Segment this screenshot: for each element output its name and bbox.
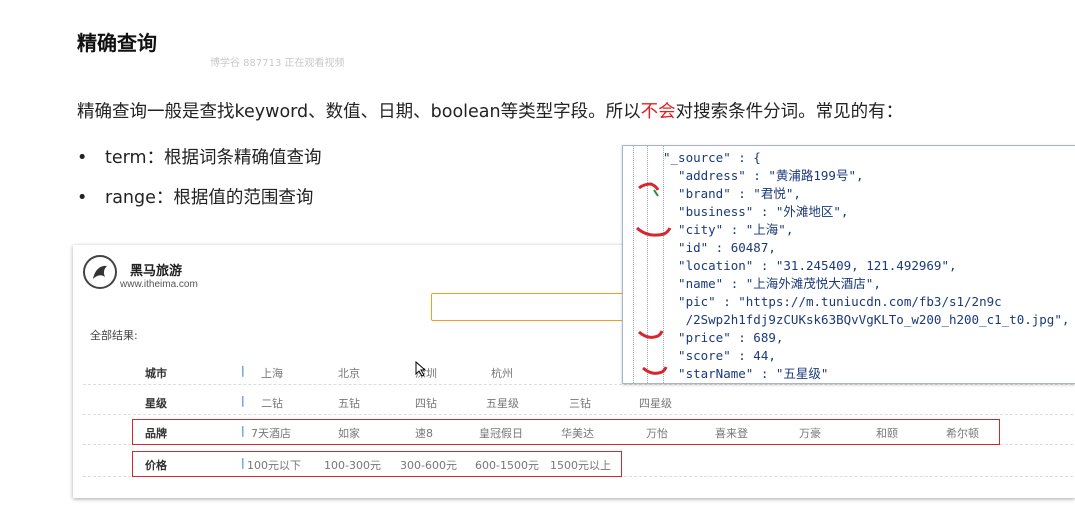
filter-option[interactable]: 五钻 (338, 395, 360, 411)
page-title: 精确查询 (77, 31, 157, 55)
search-input[interactable] (431, 293, 633, 321)
filter-option[interactable]: 北京 (338, 365, 360, 381)
mouse-cursor-icon (415, 361, 427, 377)
json-line: "address" : "黄浦路199号", (663, 168, 864, 183)
json-line: "location" : "31.245409, 121.492969", (663, 258, 957, 273)
json-line: "id" : 60487, (663, 240, 776, 255)
intro-paragraph: 精确查询一般是查找keyword、数值、日期、boolean等类型字段。所以不会… (77, 98, 903, 123)
json-source-panel: "_source" : { "address" : "黄浦路199号", "br… (622, 145, 1075, 384)
filter-option[interactable]: 上海 (261, 365, 283, 381)
filter-option[interactable]: 杭州 (491, 365, 513, 381)
filter-separator: | (241, 394, 245, 407)
site-logo-url: www.itheima.com (120, 279, 198, 290)
bullet-dot: • (77, 188, 88, 208)
indent-guide (633, 146, 635, 383)
json-line: "brand" : "君悦", (663, 186, 801, 201)
filter-option[interactable]: 四星级 (639, 395, 672, 411)
check-mark-star-icon (642, 366, 668, 375)
bullet-item-range: • range：根据值的范围查询 (77, 184, 313, 209)
intro-highlight: 不会 (640, 102, 676, 122)
filter-label: 城市 (145, 367, 167, 380)
horse-logo-icon (83, 255, 117, 289)
watermark-text: 博学谷 887713 正在观看视频 (210, 58, 345, 69)
check-mark-brand-icon (638, 182, 660, 197)
filter-option[interactable]: 三钻 (569, 395, 591, 411)
filter-option[interactable]: 四钻 (415, 395, 437, 411)
check-mark-price-icon (638, 330, 664, 339)
site-logo-name: 黑马旅游 (130, 264, 183, 279)
filter-label: 星级 (145, 397, 167, 410)
json-line: "score" : 44, (663, 348, 776, 363)
bullet-item-term: • term：根据词条精确值查询 (77, 144, 322, 169)
filter-option[interactable]: 二钻 (261, 395, 283, 411)
filter-row-star: 星级 | 二钻 五钻 四钻 五星级 三钻 四星级 (83, 388, 1073, 415)
bullet-text: range：根据值的范围查询 (105, 188, 314, 208)
check-mark-city-icon (635, 226, 672, 237)
bullet-dot: • (77, 148, 88, 168)
brand-highlight-box (132, 419, 1000, 445)
bullet-text: term：根据词条精确值查询 (105, 148, 322, 168)
json-line: "_source" : { (663, 150, 761, 165)
all-results-label: 全部结果: (90, 329, 138, 342)
filter-option[interactable]: 五星级 (486, 395, 519, 411)
json-line: "pic" : "https://m.tuniucdn.com/fb3/s1/2… (663, 294, 1002, 309)
json-line: /2Swp2h1fdj9zCUKsk63BQvVgKLTo_w200_h200_… (663, 312, 1070, 327)
json-line: "name" : "上海外滩茂悦大酒店", (663, 276, 881, 291)
intro-text: 精确查询一般是查找keyword、数值、日期、boolean等类型字段。所以 (77, 102, 641, 122)
json-line: "business" : "外滩地区", (663, 204, 849, 219)
json-line: "city" : "上海", (663, 222, 794, 237)
intro-text-end: 对搜索条件分词。常见的有： (675, 102, 904, 122)
json-line: "price" : 689, (663, 330, 784, 345)
json-line: "starName" : "五星级" (663, 366, 829, 381)
price-highlight-box (132, 451, 622, 477)
filter-separator: | (241, 364, 245, 377)
